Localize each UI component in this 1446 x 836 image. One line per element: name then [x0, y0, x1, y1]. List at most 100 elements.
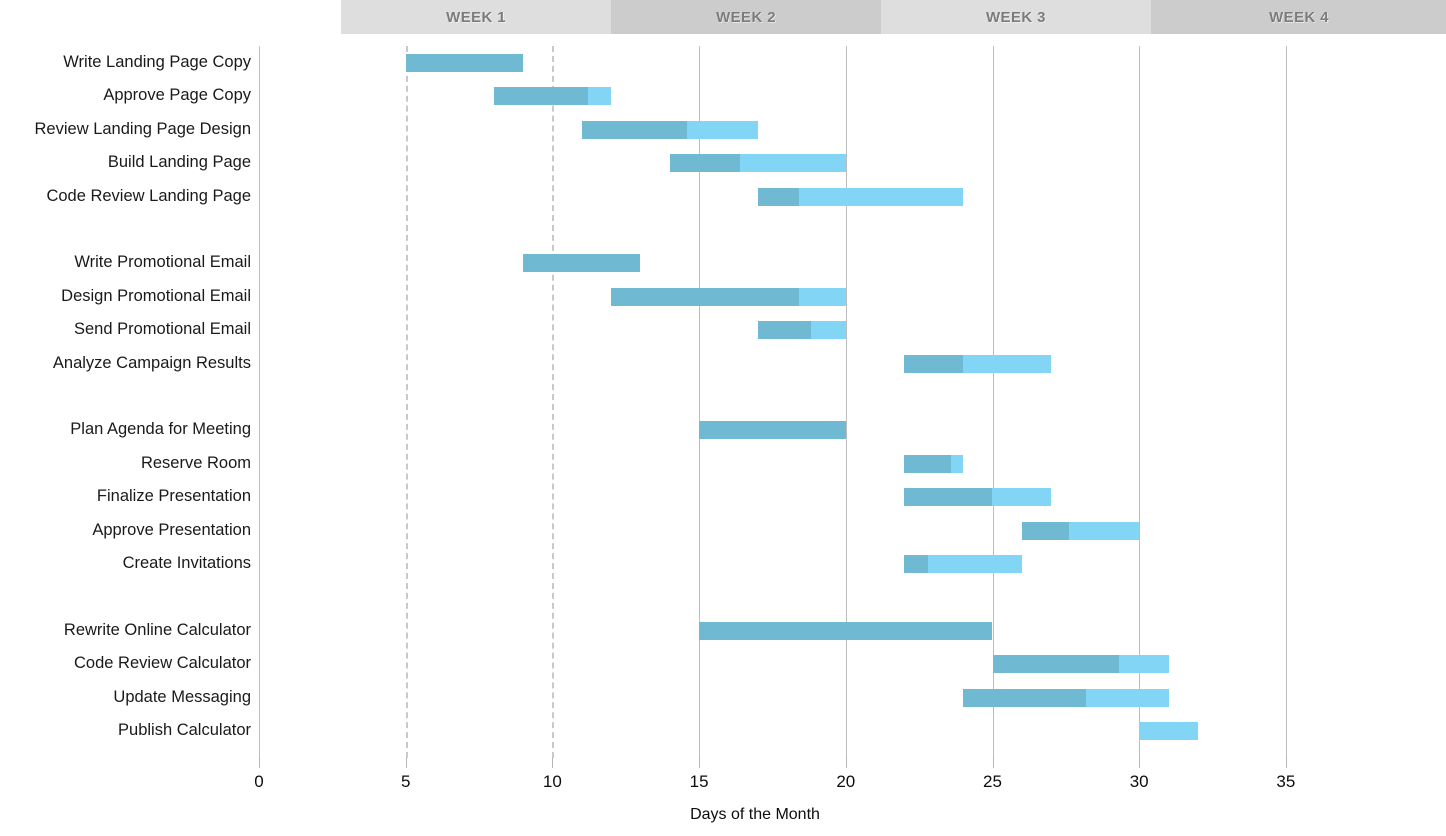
task-bar-progress-segment [523, 254, 641, 273]
task-bar[interactable] [904, 454, 964, 473]
task-bar[interactable] [757, 187, 964, 206]
task-bar-remaining-segment [810, 321, 846, 340]
x-tick-label: 5 [400, 772, 411, 791]
task-bar-progress-segment [699, 621, 993, 640]
task-bar-remaining-segment [798, 287, 846, 306]
gantt-row[interactable]: Build Landing Page [108, 146, 1446, 179]
gantt-row[interactable]: Finalize Presentation [97, 480, 1446, 513]
task-label: Approve Page Copy [103, 86, 251, 105]
task-bar[interactable] [699, 621, 993, 640]
x-tick-label: 15 [689, 772, 709, 791]
week-band-label: WEEK 1 [446, 8, 507, 26]
task-bar[interactable] [757, 321, 846, 340]
task-label: Send Promotional Email [73, 320, 251, 339]
task-label: Analyze Campaign Results [52, 353, 251, 372]
x-tick-mark [405, 758, 407, 768]
task-label: Review Landing Page Design [34, 119, 251, 138]
x-tick-mark [1285, 758, 1287, 768]
x-tick-label: 20 [836, 772, 856, 791]
gantt-row[interactable]: Rewrite Online Calculator [64, 614, 1446, 647]
gantt-row[interactable]: Code Review Landing Page [46, 180, 1446, 213]
task-bar[interactable] [1021, 521, 1140, 540]
gantt-row[interactable]: Code Review Calculator [74, 647, 1446, 680]
gantt-row[interactable]: Write Landing Page Copy [63, 46, 1446, 79]
task-bar[interactable] [699, 421, 846, 440]
gantt-plot-area: Write Landing Page Copy Approve Page Copy… [35, 46, 1446, 758]
task-label: Build Landing Page [107, 153, 251, 172]
gantt-row[interactable]: Approve Presentation [92, 514, 1446, 547]
task-bar-progress-segment [581, 120, 688, 139]
gantt-chart: WEEK 1 WEEK 2 WEEK 3 WEEK 4 Write Landing P… [0, 0, 1446, 836]
task-bar-remaining-segment [992, 488, 1052, 507]
x-axis-title: Days of the Month [0, 806, 1446, 824]
task-bar[interactable] [904, 354, 1052, 373]
x-tick-label: 35 [1276, 772, 1296, 791]
task-bar[interactable] [992, 655, 1169, 674]
task-bar-progress-segment [699, 421, 846, 440]
task-bar[interactable] [581, 120, 758, 139]
task-bar[interactable] [493, 87, 612, 106]
week-band-1: WEEK 1 [341, 0, 612, 34]
gantt-row[interactable]: Reserve Room [141, 447, 1446, 480]
gantt-row[interactable]: Send Promotional Email [74, 313, 1446, 346]
gantt-row[interactable]: Analyze Campaign Results [53, 347, 1446, 380]
gantt-row-spacer [259, 213, 1446, 246]
task-bar-progress-segment [904, 555, 928, 573]
task-bar-progress-segment [493, 87, 588, 106]
task-bar[interactable] [669, 154, 846, 173]
task-bar-progress-segment [992, 655, 1119, 674]
week-band-3: WEEK 3 [881, 0, 1151, 34]
task-bar-remaining-segment [687, 120, 758, 139]
task-label: Publish Calculator [118, 721, 251, 739]
week-band-2: WEEK 2 [611, 0, 881, 34]
week-band-4: WEEK 4 [1150, 0, 1446, 34]
task-bar[interactable] [904, 488, 1052, 507]
task-bar-remaining-segment [740, 154, 846, 173]
gantt-row[interactable]: Approve Page Copy [103, 79, 1446, 112]
week-band-label: WEEK 3 [986, 8, 1046, 26]
week-header-bar: WEEK 1 WEEK 2 WEEK 3 WEEK 4 [0, 0, 1446, 34]
task-bar[interactable] [611, 287, 846, 306]
task-bar-remaining-segment [1068, 521, 1140, 540]
x-tick-mark [992, 758, 994, 768]
task-label: Finalize Presentation [96, 487, 251, 506]
task-label: Write Promotional Email [74, 253, 251, 272]
task-bar[interactable] [904, 555, 1022, 573]
x-tick-mark [259, 758, 260, 768]
task-label: Write Landing Page Copy [63, 53, 251, 71]
task-bar[interactable] [523, 254, 641, 273]
x-tick-mark [552, 758, 554, 768]
gantt-row[interactable]: Review Landing Page Design [35, 113, 1446, 146]
task-bar-remaining-segment [951, 454, 964, 473]
x-tick-label: 25 [983, 772, 1002, 791]
task-label: Update Messaging [113, 687, 251, 706]
task-bar[interactable] [963, 688, 1169, 707]
gantt-row[interactable]: Plan Agenda for Meeting [70, 413, 1446, 446]
gantt-row[interactable]: Design Promotional Email [61, 280, 1446, 313]
task-label: Create Invitations [122, 554, 251, 572]
task-bar-progress-segment [904, 454, 952, 473]
task-bar-progress-segment [1021, 521, 1069, 540]
gantt-row[interactable]: Update Messaging [113, 681, 1446, 714]
task-bar-progress-segment [669, 154, 741, 173]
gantt-row[interactable]: Publish Calculator [118, 714, 1446, 747]
task-bar-remaining-segment [587, 87, 612, 106]
task-bar-progress-segment [757, 187, 799, 206]
gantt-row[interactable]: Write Promotional Email [74, 246, 1446, 279]
task-bar-progress-segment [405, 54, 524, 72]
task-bar-remaining-segment [963, 354, 1052, 373]
gantt-row[interactable]: Create Invitations [123, 547, 1446, 580]
x-tick-mark [699, 758, 701, 768]
task-bar[interactable] [1139, 722, 1198, 740]
task-label: Code Review Calculator [74, 654, 251, 673]
task-bar-progress-segment [963, 688, 1087, 707]
task-bar-remaining-segment [1139, 722, 1198, 740]
task-bar-progress-segment [904, 488, 993, 507]
gantt-row-spacer [259, 580, 1446, 613]
task-label: Rewrite Online Calculator [63, 620, 251, 639]
week-band-label: WEEK 4 [1269, 8, 1330, 26]
task-bar-remaining-segment [1118, 655, 1169, 674]
task-bar[interactable] [405, 54, 524, 72]
task-bar-progress-segment [611, 287, 799, 306]
x-tick-label: 0 [254, 772, 264, 791]
